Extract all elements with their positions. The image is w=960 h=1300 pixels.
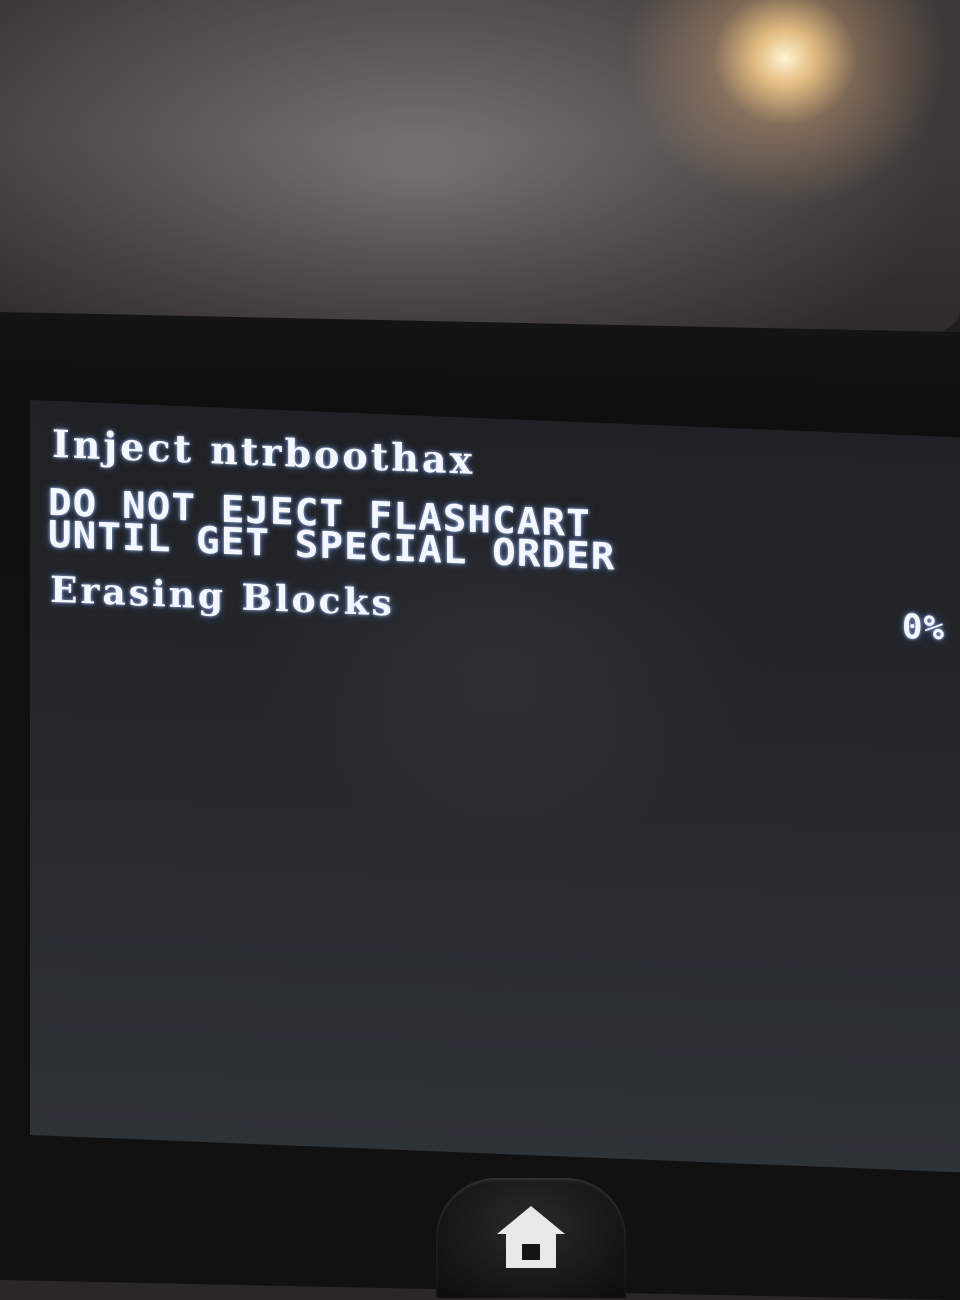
status-label: Erasing Blocks — [50, 568, 395, 625]
screen-title: Inject ntrboothax — [52, 420, 476, 483]
home-button[interactable] — [436, 1178, 626, 1298]
home-icon — [497, 1206, 565, 1268]
lower-screen: Inject ntrboothax DO NOT EJECT FLASHCART… — [30, 400, 960, 1173]
device-top-shade — [0, 0, 960, 340]
progress-percent: 0% — [902, 607, 945, 649]
